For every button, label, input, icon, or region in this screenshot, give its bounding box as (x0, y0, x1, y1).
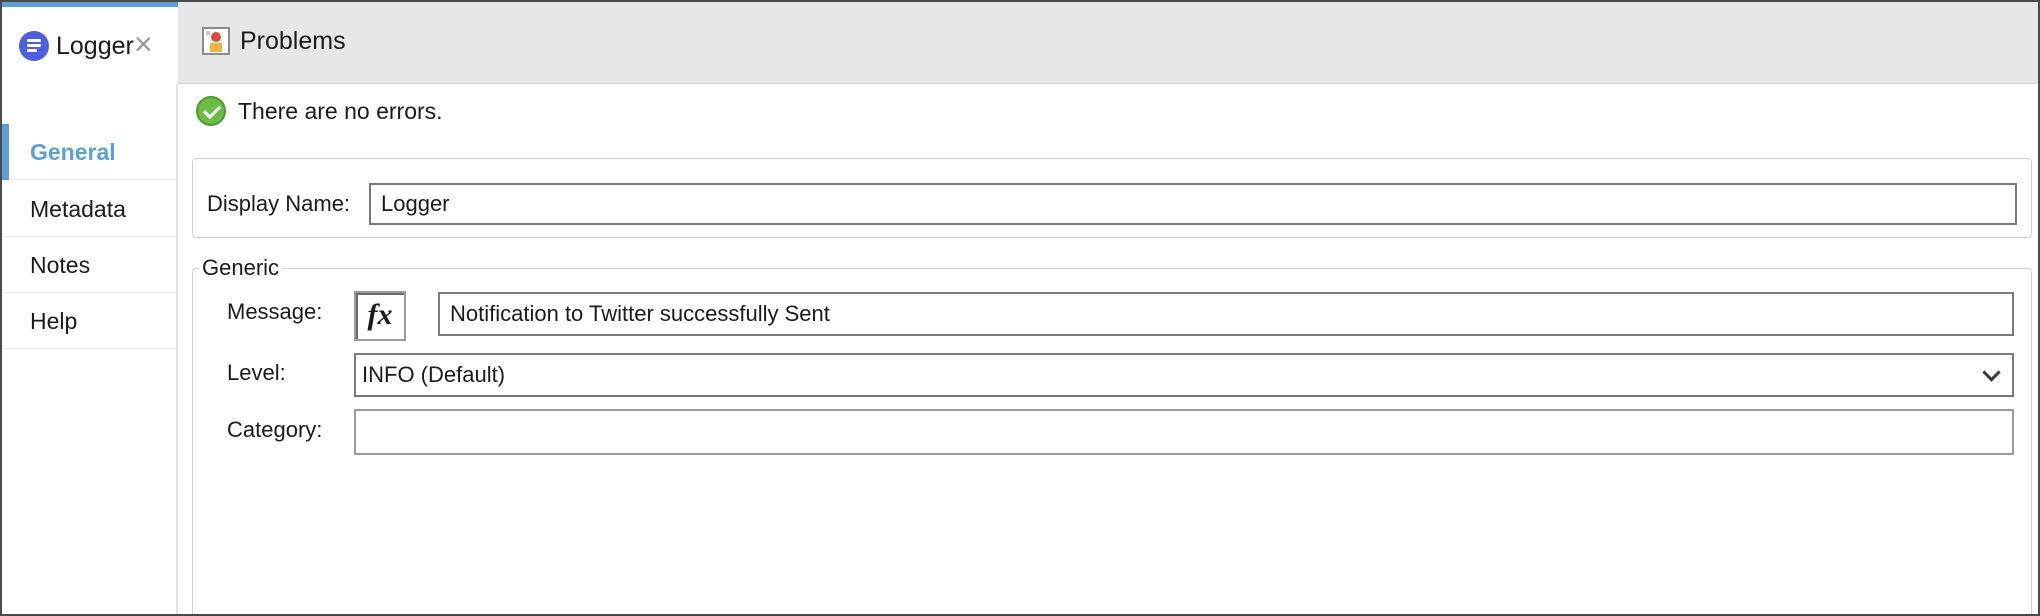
sidebar-item-label: Notes (30, 252, 91, 278)
level-label: Level: (227, 360, 286, 385)
level-select-value: INFO (Default) (362, 362, 506, 387)
sidebar-item-label: General (30, 139, 116, 165)
display-name-field[interactable]: Logger (369, 183, 2017, 225)
logger-icon (19, 31, 49, 61)
logger-properties-window: Logger × Problems General Metadata Notes… (0, 0, 2040, 616)
generic-group: Generic Message: fx Notification to Twit… (192, 255, 2032, 614)
sidebar-item-general[interactable]: General (2, 124, 176, 180)
close-icon[interactable]: × (134, 28, 153, 60)
generic-group-title: Generic (199, 255, 283, 281)
problems-icon (202, 27, 230, 55)
active-indicator (2, 124, 9, 180)
category-field[interactable] (354, 409, 2014, 455)
status-text: There are no errors. (238, 98, 443, 124)
sidebar-item-metadata[interactable]: Metadata (2, 181, 176, 237)
sidebar: General Metadata Notes Help (2, 84, 178, 614)
sidebar-item-help[interactable]: Help (2, 293, 176, 349)
tab-logger[interactable]: Logger × (2, 2, 178, 86)
tab-problems[interactable]: Problems (202, 2, 362, 84)
sidebar-item-notes[interactable]: Notes (2, 237, 176, 293)
message-field[interactable]: Notification to Twitter successfully Sen… (438, 292, 2014, 336)
display-name-panel: Display Name: Logger (192, 158, 2032, 238)
level-select[interactable]: INFO (Default) (354, 353, 2014, 397)
check-circle-icon (196, 96, 226, 126)
tab-problems-label: Problems (240, 27, 346, 55)
chevron-down-icon (1982, 363, 2001, 382)
sidebar-item-label: Metadata (30, 196, 126, 222)
expression-mode-button[interactable]: fx (354, 291, 406, 341)
view-tab-bar: Logger × Problems (2, 2, 2038, 86)
tab-logger-label: Logger (56, 32, 134, 60)
display-name-label: Display Name: (207, 191, 351, 216)
sidebar-item-label: Help (30, 308, 78, 334)
message-label: Message: (227, 299, 323, 324)
category-label: Category: (227, 417, 323, 442)
